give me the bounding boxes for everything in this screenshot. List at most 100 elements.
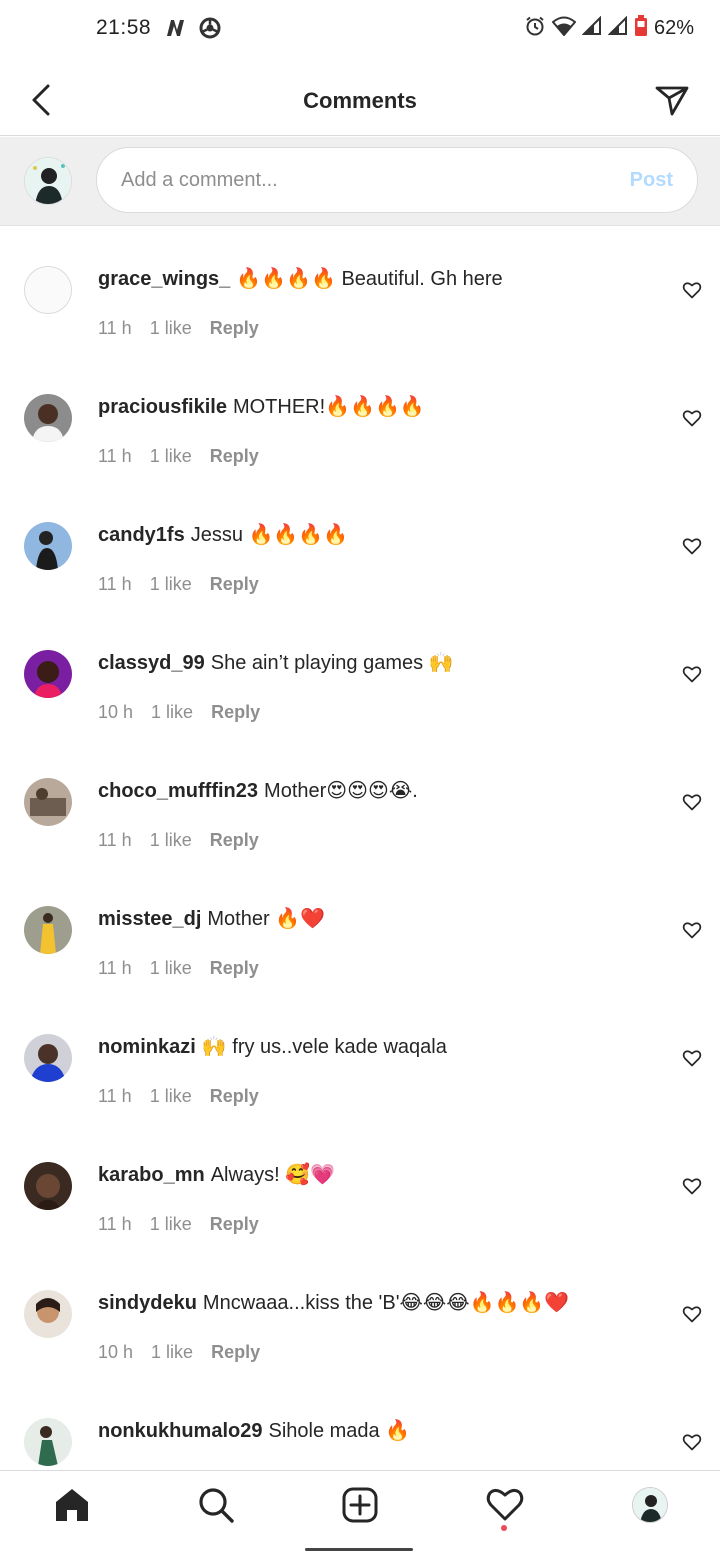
avatar[interactable] xyxy=(24,1162,72,1210)
comment-item: candy1fs Jessu 🔥🔥🔥🔥 11 h 1 like Reply xyxy=(0,522,720,650)
like-comment-button[interactable] xyxy=(682,792,702,812)
reply-button[interactable]: Reply xyxy=(210,574,259,595)
comment-item: choco_mufffin23 Mother😍😍😍😭. 11 h 1 like R… xyxy=(0,778,720,906)
comment-username[interactable]: nonkukhumalo29 xyxy=(98,1420,262,1442)
reply-button[interactable]: Reply xyxy=(211,702,260,723)
comment-username[interactable]: grace_wings_ xyxy=(98,268,230,290)
signal-icon xyxy=(581,15,602,41)
reply-button[interactable]: Reply xyxy=(210,1214,259,1235)
comment-composer: Add a comment... Post xyxy=(0,137,720,226)
search-icon xyxy=(199,1488,234,1523)
comment-meta: 10 h 1 like Reply xyxy=(98,1342,260,1363)
activity-heart-icon xyxy=(486,1488,524,1521)
heart-icon xyxy=(682,410,702,427)
comment-like-count[interactable]: 1 like xyxy=(150,830,192,851)
like-comment-button[interactable] xyxy=(682,664,702,684)
comment-username[interactable]: praciousfikile xyxy=(98,396,227,418)
like-comment-button[interactable] xyxy=(682,408,702,428)
comment-body: nonkukhumalo29 Sihole mada 🔥 xyxy=(98,1418,650,1444)
comments-header: Comments xyxy=(0,60,720,136)
post-button[interactable]: Post xyxy=(630,169,673,192)
comment-meta: 11 h 1 like Reply xyxy=(98,574,259,595)
avatar[interactable] xyxy=(24,906,72,954)
avatar[interactable] xyxy=(24,394,72,442)
comment-username[interactable]: sindydeku xyxy=(98,1292,197,1314)
comment-meta: 10 h 1 like Reply xyxy=(98,702,260,723)
comment-time: 11 h xyxy=(98,958,132,978)
like-comment-button[interactable] xyxy=(682,1048,702,1068)
like-comment-button[interactable] xyxy=(682,1176,702,1196)
comment-item: sindydeku Mncwaaa...kiss the 'B'😂😂😂🔥🔥🔥❤️ … xyxy=(0,1290,720,1418)
share-button[interactable] xyxy=(654,82,690,118)
comment-text: Mother 🔥❤️ xyxy=(207,908,325,930)
comment-text: 🔥🔥🔥🔥 Beautiful. Gh here xyxy=(236,268,503,290)
nav-profile[interactable] xyxy=(632,1487,668,1523)
bottom-navigation xyxy=(0,1470,720,1536)
heart-icon xyxy=(682,922,702,939)
comment-username[interactable]: karabo_mn xyxy=(98,1164,205,1186)
comment-item: nominkazi 🙌 fry us..vele kade waqala 11 h… xyxy=(0,1034,720,1162)
comment-text: Mncwaaa...kiss the 'B'😂😂😂🔥🔥🔥❤️ xyxy=(202,1292,570,1314)
comment-like-count[interactable]: 1 like xyxy=(151,702,193,723)
avatar[interactable] xyxy=(24,650,72,698)
reply-button[interactable]: Reply xyxy=(210,1086,259,1107)
heart-icon xyxy=(682,538,702,555)
like-comment-button[interactable] xyxy=(682,920,702,940)
comment-like-count[interactable]: 1 like xyxy=(150,1086,192,1107)
comment-body: candy1fs Jessu 🔥🔥🔥🔥 xyxy=(98,522,650,548)
comment-username[interactable]: misstee_dj xyxy=(98,908,201,930)
nav-search[interactable] xyxy=(196,1485,236,1525)
reply-button[interactable]: Reply xyxy=(210,446,259,467)
comment-body: choco_mufffin23 Mother😍😍😍😭. xyxy=(98,778,650,804)
avatar[interactable] xyxy=(24,266,72,314)
nav-new-post[interactable] xyxy=(340,1485,380,1525)
like-comment-button[interactable] xyxy=(682,1304,702,1324)
comment-like-count[interactable]: 1 like xyxy=(150,574,192,595)
comment-meta: 11 h 1 like Reply xyxy=(98,830,259,851)
reply-button[interactable]: Reply xyxy=(211,1342,260,1363)
comment-body: praciousfikile MOTHER!🔥🔥🔥🔥 xyxy=(98,394,650,420)
comment-text: Mother😍😍😍😭. xyxy=(264,780,418,802)
reply-button[interactable]: Reply xyxy=(210,958,259,979)
comment-like-count[interactable]: 1 like xyxy=(150,1214,192,1235)
comment-like-count[interactable]: 1 like xyxy=(150,318,192,339)
new-post-icon xyxy=(342,1487,378,1523)
home-icon xyxy=(56,1489,88,1521)
like-comment-button[interactable] xyxy=(682,536,702,556)
like-comment-button[interactable] xyxy=(682,1432,702,1452)
heart-icon xyxy=(682,1178,702,1195)
heart-icon xyxy=(682,666,702,683)
comment-item: classyd_99 She ain’t playing games 🙌 10 h… xyxy=(0,650,720,778)
page-title: Comments xyxy=(303,88,417,113)
avatar[interactable] xyxy=(24,778,72,826)
comment-text: 🙌 fry us..vele kade waqala xyxy=(201,1036,447,1058)
gesture-handle[interactable] xyxy=(305,1548,413,1551)
avatar[interactable] xyxy=(24,522,72,570)
comment-username[interactable]: candy1fs xyxy=(98,524,185,546)
comment-input[interactable]: Add a comment... Post xyxy=(96,147,698,213)
comment-like-count[interactable]: 1 like xyxy=(151,1342,193,1363)
avatar[interactable] xyxy=(24,1418,72,1466)
comment-like-count[interactable]: 1 like xyxy=(150,446,192,467)
like-comment-button[interactable] xyxy=(682,280,702,300)
nav-home[interactable] xyxy=(52,1485,92,1525)
comment-like-count[interactable]: 1 like xyxy=(150,958,192,979)
comment-username[interactable]: classyd_99 xyxy=(98,652,205,674)
alarm-icon xyxy=(524,15,546,42)
heart-icon xyxy=(682,1306,702,1323)
battery-percent: 62% xyxy=(653,17,694,39)
comment-time: 11 h xyxy=(98,830,132,850)
avatar[interactable] xyxy=(24,1290,72,1338)
comment-username[interactable]: choco_mufffin23 xyxy=(98,780,258,802)
comment-meta: 11 h 1 like Reply xyxy=(98,1086,259,1107)
comment-time: 11 h xyxy=(98,1086,132,1106)
reply-button[interactable]: Reply xyxy=(210,830,259,851)
reply-button[interactable]: Reply xyxy=(210,318,259,339)
comment-meta: 11 h 1 like Reply xyxy=(98,318,259,339)
comment-username[interactable]: nominkazi xyxy=(98,1036,196,1058)
nav-activity[interactable] xyxy=(485,1485,525,1525)
avatar[interactable] xyxy=(24,1034,72,1082)
status-left-icons xyxy=(165,17,221,44)
comment-body: sindydeku Mncwaaa...kiss the 'B'😂😂😂🔥🔥🔥❤️ xyxy=(98,1290,650,1316)
profile-avatar xyxy=(633,1488,667,1522)
